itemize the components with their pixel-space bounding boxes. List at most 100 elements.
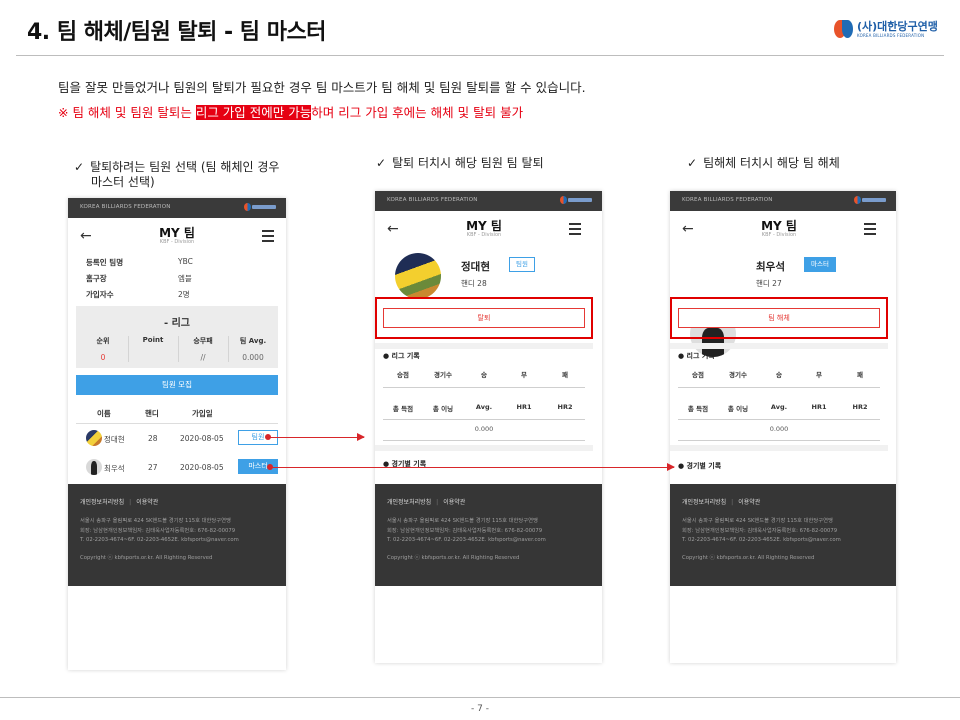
- phone-header: ← MY 팀 KBF - Division: [375, 211, 593, 249]
- info-label: 가입자수: [86, 290, 114, 299]
- member-avatar: [86, 430, 102, 446]
- terms-link[interactable]: 이용약관: [136, 499, 158, 506]
- member-name: 정대현: [104, 435, 125, 444]
- record-divider: [383, 419, 585, 420]
- screen-subtitle: KBF - Division: [159, 239, 195, 245]
- warning-prefix: ※ 팀 해체 및 팀원 탈퇴는: [58, 105, 196, 120]
- record-header-row: 총 득점 총 이닝 Avg. HR1 HR2: [392, 403, 573, 413]
- page-number: - 7 -: [471, 704, 489, 714]
- section-divider: [375, 445, 593, 451]
- member-header-name: 이름: [97, 409, 111, 418]
- record-header-row: 총 득점 총 이닝 Avg. HR1 HR2: [687, 403, 868, 413]
- footer-address: 서울시 송파구 올림픽로 424 SK핸드볼 경기장 115호 대한당구연맹 회…: [682, 518, 841, 543]
- record-divider: [678, 440, 880, 441]
- footer-links: 개인정보처리방침 | 이용약관: [80, 497, 158, 506]
- phone-topbar: KOREA BILLIARDS FEDERATION: [670, 191, 896, 211]
- privacy-link[interactable]: 개인정보처리방침: [387, 499, 431, 506]
- topbar-text: KOREA BILLIARDS FEDERATION: [387, 197, 478, 203]
- arrow-to-master-detail: [270, 463, 675, 471]
- phone-member-detail: KOREA BILLIARDS FEDERATION ← MY 팀 KBF - …: [375, 191, 602, 663]
- privacy-link[interactable]: 개인정보처리방침: [682, 499, 726, 506]
- phone-footer: 개인정보처리방침 | 이용약관 서울시 송파구 올림픽로 424 SK핸드볼 경기장…: [670, 484, 896, 586]
- record-avg-value: 0.000: [474, 425, 494, 433]
- profile-handicap: 핸디 27: [756, 279, 782, 288]
- topbar-text: KOREA BILLIARDS FEDERATION: [80, 204, 171, 210]
- page-title: 4. 팀 해체/팀원 탈퇴 - 팀 마스터: [27, 20, 326, 45]
- profile-name: 정대현: [461, 261, 490, 273]
- member-row: 정대현 28 2020-08-05 팀원: [68, 426, 286, 450]
- check-icon: ✓: [687, 156, 698, 170]
- hamburger-menu-icon[interactable]: [864, 223, 876, 238]
- warning-highlight: 리그 가입 전에만 가능: [195, 105, 312, 120]
- intro-warning: ※ 팀 해체 및 팀원 탈퇴는 리그 가입 전에만 가능하며 리그 가입 후에는…: [58, 102, 523, 121]
- footer-copyright: Copyright ⓒ kbfsports.or.kr. All Rightin…: [80, 555, 213, 561]
- footer-copyright: Copyright ⓒ kbfsports.or.kr. All Rightin…: [387, 555, 520, 561]
- member-handicap: 28: [148, 434, 158, 443]
- topbar-logo-icon: [854, 196, 886, 204]
- record-avg-value: 0.000: [769, 425, 789, 433]
- member-joined: 2020-08-05: [180, 463, 224, 472]
- caption-left-line1: 탈퇴하려는 팀원 선택 (팀 해체인 경우: [90, 160, 280, 174]
- screen-subtitle: KBF - Division: [761, 232, 797, 238]
- league-point: Point: [142, 336, 164, 344]
- footer-address: 서울시 송파구 올림픽로 424 SK핸드볼 경기장 115호 대한당구연맹 회…: [80, 518, 239, 543]
- info-value: YBC: [178, 257, 193, 266]
- member-joined: 2020-08-05: [180, 434, 224, 443]
- member-header-handicap: 핸디: [145, 409, 159, 418]
- caption-middle-text: 탈퇴 터치시 해당 팀원 팀 탈퇴: [392, 156, 544, 170]
- record-divider: [383, 440, 585, 441]
- league-record: 승무패//: [193, 337, 213, 362]
- league-summary: - 리그 순위 0 Point 승무패// 팀 Avg. 0.000: [76, 306, 278, 368]
- topbar-logo-icon: [560, 196, 592, 204]
- terms-link[interactable]: 이용약관: [443, 499, 465, 506]
- leave-team-button[interactable]: 탈퇴: [383, 308, 585, 328]
- intro-description: 팀을 잘못 만들었거나 팀원의 탈퇴가 필요한 경우 팀 마스트가 팀 해체 및…: [58, 80, 586, 95]
- member-avatar: [86, 459, 102, 475]
- federation-logo: (사)대한당구연맹 KOREA BILLIARDS FEDERATION: [834, 18, 938, 40]
- member-row: 최우석 27 2020-08-05 마스터: [68, 455, 286, 479]
- league-record-title: ● 리그 기록: [678, 352, 715, 360]
- info-value: 2명: [178, 290, 190, 299]
- profile-handicap: 핸디 28: [461, 279, 487, 288]
- league-rank: 순위 0: [96, 337, 110, 362]
- caption-left-line2: 마스터 선택): [91, 175, 155, 189]
- section-divider: [670, 343, 888, 349]
- profile-role-badge: 팀원: [509, 257, 535, 272]
- caption-right: ✓ 팀해체 터치시 해당 팀 해체: [687, 156, 840, 171]
- check-icon: ✓: [376, 156, 387, 170]
- bottom-divider: [0, 697, 960, 698]
- footer-separator: |: [731, 499, 734, 506]
- record-divider: [383, 387, 585, 388]
- topbar-logo-icon: [244, 203, 276, 211]
- league-title: - 리그: [163, 318, 191, 329]
- caption-middle: ✓ 탈퇴 터치시 해당 팀원 팀 탈퇴: [376, 156, 544, 171]
- phone-topbar: KOREA BILLIARDS FEDERATION: [68, 198, 286, 218]
- disband-team-button[interactable]: 팀 해체: [678, 308, 880, 328]
- member-header-divider: [76, 423, 278, 424]
- profile-role-badge: 마스터: [804, 257, 836, 272]
- hamburger-menu-icon[interactable]: [262, 230, 274, 245]
- terms-link[interactable]: 이용약관: [738, 499, 760, 506]
- info-value: 엠블: [178, 274, 192, 283]
- hamburger-menu-icon[interactable]: [569, 223, 581, 238]
- phone-footer: 개인정보처리방침 | 이용약관 서울시 송파구 올림픽로 424 SK핸드볼 경기장…: [375, 484, 602, 586]
- record-header-row: 승점 경기수 승 무 패: [692, 371, 863, 379]
- federation-logo-icon: [834, 18, 854, 40]
- footer-address: 서울시 송파구 올림픽로 424 SK핸드볼 경기장 115호 대한당구연맹 회…: [387, 518, 546, 543]
- logo-korean-text: (사)대한당구연맹: [857, 19, 938, 33]
- logo-english-text: KOREA BILLIARDS FEDERATION: [857, 32, 925, 38]
- recruit-member-button[interactable]: 팀원 모집: [76, 375, 278, 395]
- record-divider: [678, 387, 880, 388]
- profile-avatar: [395, 253, 441, 299]
- warning-suffix: 하며 리그 가입 후에는 해체 및 탈퇴 불가: [311, 105, 524, 120]
- member-handicap: 27: [148, 463, 158, 472]
- phone-footer: 개인정보처리방침 | 이용약관 서울시 송파구 올림픽로 424 SK핸드볼 경기장…: [68, 484, 286, 586]
- section-divider: [375, 343, 593, 349]
- phone-topbar: KOREA BILLIARDS FEDERATION: [375, 191, 602, 211]
- member-name: 최우석: [104, 464, 125, 473]
- record-header-row: 승점 경기수 승 무 패: [397, 371, 568, 379]
- check-icon: ✓: [74, 160, 85, 174]
- privacy-link[interactable]: 개인정보처리방침: [80, 499, 124, 506]
- phone-header: ← MY 팀 KBF - Division: [68, 218, 286, 256]
- phone-master-detail: KOREA BILLIARDS FEDERATION ← MY 팀 KBF - …: [670, 191, 896, 663]
